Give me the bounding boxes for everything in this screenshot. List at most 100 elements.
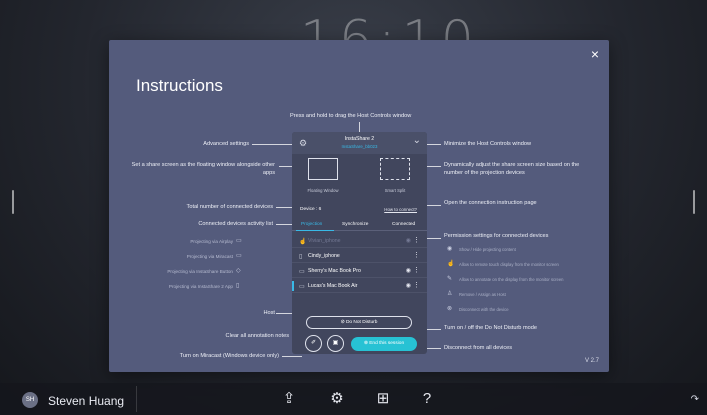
- leader-line: [276, 224, 292, 225]
- note-advanced-settings: Advanced settings: [203, 141, 249, 147]
- leader-line: [427, 166, 441, 167]
- legend-airplay: Projecting via Airplay: [190, 239, 233, 244]
- how-to-connect-link[interactable]: How to connect?: [384, 207, 417, 212]
- floating-window-mode[interactable]: [308, 158, 338, 180]
- miracast-button[interactable]: ▣: [327, 335, 344, 352]
- leader-line: [359, 122, 360, 132]
- panel-title: InstaShare 2: [344, 136, 375, 142]
- list-item[interactable]: ▯ Cindy_iphone ⋮: [292, 249, 427, 263]
- smart-split-label: Smart Split: [384, 188, 406, 193]
- taskbar-divider: [136, 386, 137, 412]
- tab-synchronize[interactable]: Synchronize: [342, 222, 368, 227]
- smart-split-mode[interactable]: [380, 158, 410, 180]
- leader-line: [427, 348, 441, 349]
- leader-line: [427, 205, 441, 206]
- modal-title: Instructions: [136, 76, 223, 95]
- host-assign-icon: ♙: [447, 291, 453, 297]
- note-dnd: Turn on / off the Do Not Disturb mode: [444, 325, 537, 331]
- eye-icon[interactable]: ◉: [406, 237, 411, 244]
- device-count-row: Device : 6 How to connect?: [292, 204, 427, 216]
- annotate-icon: ✎: [447, 276, 453, 282]
- floating-window-label: Floating Window: [307, 188, 339, 193]
- cast-icon: ▣: [332, 340, 339, 346]
- leader-line: [252, 144, 292, 145]
- eye-icon[interactable]: ◉: [406, 267, 411, 274]
- panel-header[interactable]: ⚙ InstaShare 2 InstaShare_bb023 ⌄: [292, 132, 427, 154]
- laptop-icon: ▭: [299, 269, 305, 275]
- more-icon[interactable]: ⋮: [413, 266, 420, 274]
- disconnect-icon: ⊗: [447, 306, 453, 312]
- note-clear-annotations: Clear all annotation notes: [225, 333, 289, 339]
- instashare-button-icon: ◇: [236, 268, 241, 274]
- tab-projection[interactable]: Projection: [301, 222, 322, 227]
- device-name: Cindy_iphone: [308, 253, 340, 259]
- note-activity-list: Connected devices activity list: [198, 221, 273, 227]
- eye-icon: ◉: [447, 246, 453, 252]
- help-icon[interactable]: ?: [417, 389, 437, 409]
- leader-line: [427, 144, 441, 145]
- legend-miracast: Projecting via Miracast: [186, 254, 233, 259]
- laptop-icon: ▭: [299, 284, 305, 290]
- miracast-icon: ▭: [236, 253, 242, 259]
- permission-assign-host: Remove / Assign as Host: [459, 292, 506, 297]
- note-host: Host: [263, 310, 275, 316]
- note-permissions: Permission settings for connected device…: [444, 233, 549, 239]
- legend-instashare-app: Projecting via InstaShare 2 App: [168, 284, 233, 289]
- clear-annotations-button[interactable]: ✐: [305, 335, 322, 352]
- device-count: Device : 6: [300, 207, 322, 212]
- right-edge-handle[interactable]: [693, 190, 695, 214]
- device-name: Sherry's Mac Book Pro: [308, 268, 361, 274]
- host-indicator: [292, 281, 294, 291]
- settings-icon[interactable]: ⚙: [327, 389, 347, 409]
- chevron-down-icon[interactable]: ⌄: [413, 135, 421, 146]
- legend-instashare-button: Projecting via InstaShare Button: [167, 269, 233, 274]
- leader-line: [279, 166, 292, 167]
- device-name: Lucas's Mac Book Air: [308, 283, 358, 289]
- screen-share-icon[interactable]: ⇪: [279, 389, 299, 409]
- note-disconnect-all: Disconnect from all devices: [444, 345, 513, 351]
- airplay-icon: ▭: [236, 238, 242, 244]
- user-name[interactable]: Steven Huang: [48, 394, 124, 408]
- end-session-button[interactable]: ⊗ End this session: [351, 337, 417, 351]
- more-icon[interactable]: ⋮: [413, 236, 420, 244]
- left-edge-handle[interactable]: [12, 190, 14, 214]
- leader-line: [276, 207, 292, 208]
- note-minimize: Minimize the Host Controls window: [444, 141, 532, 147]
- phone-icon: ▯: [299, 254, 303, 260]
- permission-show-hide: Show / Hide projecting content: [459, 247, 516, 252]
- permission-annotate: Allow to annotate on the display from th…: [459, 277, 564, 282]
- end-session-label: End this session: [369, 341, 405, 346]
- eye-icon[interactable]: ◉: [406, 282, 411, 289]
- note-floating-window: Set a share screen as the floating windo…: [131, 162, 275, 176]
- more-icon[interactable]: ⋮: [413, 281, 420, 289]
- do-not-disturb-label: Do Not Disturb: [345, 320, 378, 325]
- instashare-app-icon: ▯: [236, 283, 240, 289]
- version-label: V 2.7: [584, 358, 599, 364]
- active-tab-indicator: [296, 230, 334, 231]
- note-dynamic-size: Dynamically adjust the share screen size…: [444, 162, 580, 176]
- touch-icon: ☝: [299, 239, 307, 245]
- note-connection-page: Open the connection instruction page: [444, 200, 537, 206]
- panel-tabs: Projection Synchronize Connected: [292, 219, 427, 231]
- note-miracast: Turn on Miracast (Windows device only): [179, 353, 279, 359]
- permission-remote-touch: Allow to remote touch display from the m…: [459, 262, 559, 267]
- note-total-devices: Total number of connected devices: [186, 204, 273, 210]
- instructions-modal: × Instructions Press and hold to drag th…: [109, 40, 609, 372]
- tab-connected[interactable]: Connected: [392, 222, 415, 227]
- leader-line: [276, 313, 292, 314]
- do-not-disturb-button[interactable]: ⊘ Do Not Disturb: [306, 316, 412, 329]
- close-button[interactable]: ×: [591, 46, 599, 62]
- list-item[interactable]: ☝ Vivian_iphone ◉ ⋮: [292, 234, 427, 248]
- leader-line: [427, 238, 441, 239]
- avatar[interactable]: SH: [22, 392, 38, 408]
- leader-line: [282, 356, 302, 357]
- leader-line: [427, 329, 441, 330]
- list-item[interactable]: ▭ Lucas's Mac Book Air ◉ ⋮: [292, 279, 427, 293]
- permission-disconnect: Disconnect with the device: [459, 307, 509, 312]
- corner-gesture-icon[interactable]: ↷: [691, 394, 699, 405]
- note-drag: Press and hold to drag the Host Controls…: [290, 113, 412, 119]
- list-item[interactable]: ▭ Sherry's Mac Book Pro ◉ ⋮: [292, 264, 427, 278]
- panel-subtitle: InstaShare_bb023: [341, 144, 378, 149]
- more-icon[interactable]: ⋮: [413, 251, 420, 259]
- apps-grid-icon[interactable]: ⊞: [373, 389, 393, 409]
